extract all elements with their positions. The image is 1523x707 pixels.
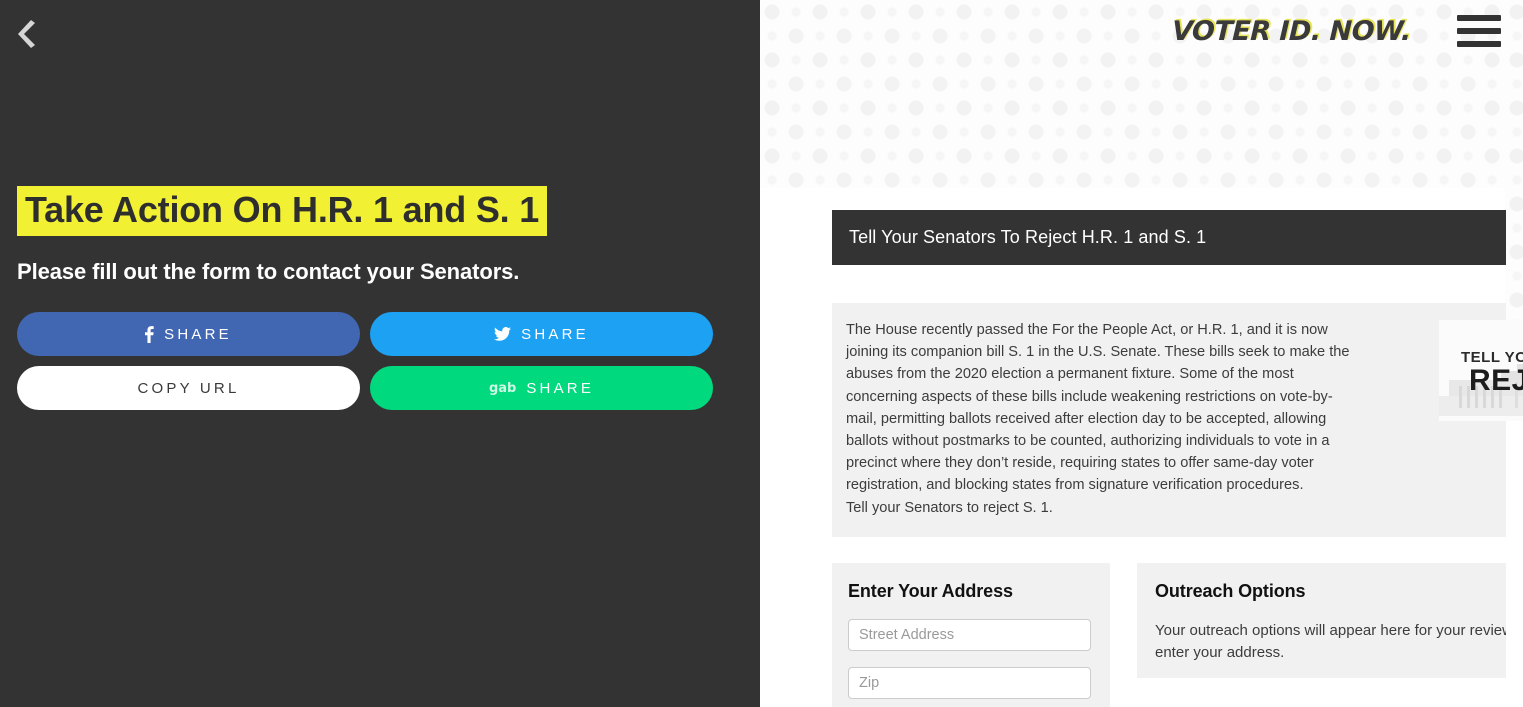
site-header: VOTER ID. NOW.: [760, 0, 1523, 62]
page-root: Take Action On H.R. 1 and S. 1 Please fi…: [0, 0, 1523, 707]
description-text: The House recently passed the For the Pe…: [846, 319, 1351, 519]
page-title: Take Action On H.R. 1 and S. 1: [17, 186, 548, 237]
outreach-message-line-1: Your outreach options will appear here f…: [1155, 622, 1506, 639]
copy-url-button[interactable]: COPY URL: [17, 366, 360, 411]
action-banner: Tell Your Senators To Reject H.R. 1 and …: [832, 210, 1506, 265]
share-twitter-label: SHARE: [521, 325, 589, 343]
address-form-card: Enter Your Address: [832, 563, 1110, 707]
description-paragraph: The House recently passed the For the Pe…: [846, 322, 1350, 494]
hamburger-bar-2: [1457, 28, 1501, 34]
capitol-building-graphic: TELL YOUR SENATORS REJECT S. 1: [1439, 320, 1523, 421]
copy-url-label: COPY URL: [137, 379, 240, 397]
twitter-icon: [494, 327, 512, 341]
hamburger-bar-3: [1457, 41, 1501, 47]
svg-text:REJECT S. 1: REJECT S. 1: [1469, 364, 1523, 397]
brand-logo[interactable]: VOTER ID. NOW.: [1172, 16, 1412, 47]
action-banner-title: Tell Your Senators To Reject H.R. 1 and …: [849, 227, 1207, 247]
share-facebook-button[interactable]: SHARE: [17, 312, 360, 357]
share-gab-label: SHARE: [526, 379, 595, 397]
address-form-title: Enter Your Address: [848, 581, 1013, 601]
promo-content: Take Action On H.R. 1 and S. 1 Please fi…: [17, 186, 717, 411]
back-button[interactable]: [8, 14, 48, 54]
facebook-icon: [145, 325, 154, 343]
zip-input[interactable]: [848, 667, 1091, 699]
share-gab-button[interactable]: gab SHARE: [370, 366, 713, 411]
outreach-message-line-2: enter your address.: [1155, 644, 1285, 661]
description-closing-line: Tell your Senators to reject S. 1.: [846, 499, 1053, 516]
hamburger-bar-1: [1457, 15, 1501, 21]
outreach-options-card: Outreach Options Your outreach options w…: [1137, 563, 1506, 678]
right-content-panel: VOTER ID. NOW. Tell Your Senators To Rej…: [760, 0, 1523, 707]
outreach-options-title: Outreach Options: [1155, 581, 1306, 601]
outreach-options-message: Your outreach options will appear here f…: [1155, 620, 1506, 664]
left-promo-panel: Take Action On H.R. 1 and S. 1 Please fi…: [0, 0, 760, 707]
gab-icon: gab: [488, 380, 517, 396]
share-twitter-button[interactable]: SHARE: [370, 312, 713, 357]
share-buttons-group: SHARE SHARE COPY URL gab SHARE: [17, 312, 713, 411]
chevron-left-icon: [15, 19, 41, 49]
share-facebook-label: SHARE: [164, 325, 232, 343]
street-address-input[interactable]: [848, 619, 1091, 651]
hamburger-menu-icon[interactable]: [1457, 11, 1503, 51]
page-subtitle: Please fill out the form to contact your…: [17, 259, 520, 285]
description-card: The House recently passed the For the Pe…: [832, 303, 1523, 537]
